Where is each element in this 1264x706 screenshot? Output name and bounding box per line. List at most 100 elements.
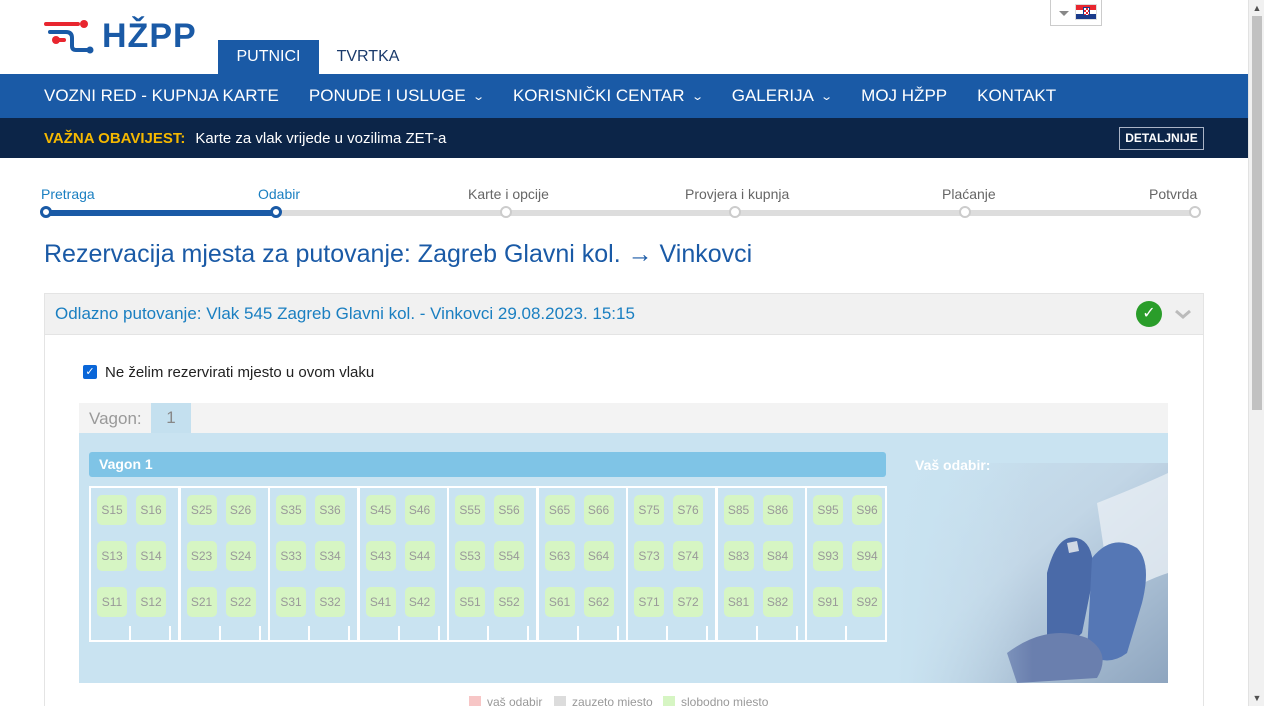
seat-s45[interactable]: S45 (365, 495, 396, 525)
seat-s62[interactable]: S62 (583, 587, 614, 617)
wagon-title: Vagon 1 (89, 452, 886, 477)
seat-s44[interactable]: S44 (404, 541, 435, 571)
details-button[interactable]: DETALJNIJE (1119, 127, 1204, 150)
compartment-divider (885, 626, 887, 640)
seat-s43[interactable]: S43 (365, 541, 396, 571)
compartment-divider (258, 626, 261, 640)
seat-map: S15 S16 S13 S14 S11 S12 S25 S26 S23 S24 S21 S22 S35 S… (89, 486, 887, 642)
seat-s72[interactable]: S72 (673, 587, 703, 617)
seat-s61[interactable]: S61 (544, 587, 575, 617)
seat-s23[interactable]: S23 (186, 541, 217, 571)
wagon-panel: Vagon 1 Vaš odabir: S15 S16 S13 S14 S11 S12 S2… (79, 433, 1168, 683)
seat-s46[interactable]: S46 (404, 495, 435, 525)
your-choice-label: Vaš odabir: (915, 457, 991, 473)
seat-s33[interactable]: S33 (276, 541, 306, 571)
seat-s12[interactable]: S12 (136, 587, 166, 617)
language-select[interactable] (1050, 0, 1102, 26)
notice-text[interactable]: Karte za vlak vrijede u vozilima ZET-a (195, 130, 446, 147)
seat-s83[interactable]: S83 (723, 541, 754, 571)
step-label: Odabir (258, 186, 301, 202)
seat-s95[interactable]: S95 (813, 495, 843, 525)
wagon-tab-1[interactable]: 1 (151, 403, 191, 434)
seat-s73[interactable]: S73 (634, 541, 664, 571)
step-dot (270, 206, 282, 218)
seat-s34[interactable]: S34 (315, 541, 345, 571)
seat-s74[interactable]: S74 (673, 541, 703, 571)
nav-moj-hzpp[interactable]: MOJ HŽPP (861, 86, 947, 106)
notice-label: VAŽNA OBAVIJEST: (44, 129, 186, 147)
seat-s41[interactable]: S41 (365, 587, 396, 617)
seat-s75[interactable]: S75 (634, 495, 664, 525)
seat-s65[interactable]: S65 (544, 495, 575, 525)
seat-s54[interactable]: S54 (494, 541, 524, 571)
seat-s63[interactable]: S63 (544, 541, 575, 571)
seat-s84[interactable]: S84 (762, 541, 793, 571)
nav-vozni-red[interactable]: VOZNI RED - KUPNJA KARTE (44, 86, 279, 106)
seat-s94[interactable]: S94 (852, 541, 882, 571)
seat-s42[interactable]: S42 (404, 587, 435, 617)
seat-s11[interactable]: S11 (97, 587, 127, 617)
compartment-divider (169, 626, 171, 640)
no-reservation-label[interactable]: Ne želim rezervirati mjesto u ovom vlaku (105, 364, 374, 381)
legend-label: slobodno mjesto (681, 695, 769, 706)
seat-s35[interactable]: S35 (276, 495, 306, 525)
nav-ponude-i-usluge[interactable]: PONUDE I USLUGE ⌄ (309, 86, 485, 106)
compartment-divider (437, 626, 440, 640)
seat-s32[interactable]: S32 (315, 587, 345, 617)
seat-s16[interactable]: S16 (136, 495, 166, 525)
page: HŽPP PUTNICI TVRTKA VOZNI RED - KUPNJA K… (0, 0, 1264, 706)
seat-s92[interactable]: S92 (852, 587, 882, 617)
seat-s71[interactable]: S71 (634, 587, 664, 617)
seat-s36[interactable]: S36 (315, 495, 345, 525)
seat-s55[interactable]: S55 (455, 495, 485, 525)
caret-down-icon (1059, 11, 1069, 16)
seat-s76[interactable]: S76 (673, 495, 703, 525)
seat-s86[interactable]: S86 (762, 495, 793, 525)
scroll-up-icon[interactable]: ▲ (1249, 0, 1264, 16)
chevron-down-icon[interactable] (1173, 304, 1193, 324)
nav-kontakt[interactable]: KONTAKT (977, 86, 1056, 106)
seat-s96[interactable]: S96 (852, 495, 882, 525)
seat-s14[interactable]: S14 (136, 541, 166, 571)
compartment: S25 S26 S23 S24 S21 S22 (178, 486, 270, 642)
legend-swatch (469, 696, 481, 706)
seat-s82[interactable]: S82 (762, 587, 793, 617)
compartment: S45 S46 S43 S44 S41 S42 (357, 486, 449, 642)
compartment-divider (576, 626, 579, 640)
nav-korisnicki-centar[interactable]: KORISNIČKI CENTAR ⌄ (513, 86, 704, 106)
seat-s22[interactable]: S22 (225, 587, 256, 617)
seat-s81[interactable]: S81 (723, 587, 754, 617)
tab-putnici[interactable]: PUTNICI (218, 40, 319, 74)
seat-s13[interactable]: S13 (97, 541, 127, 571)
seat-s15[interactable]: S15 (97, 495, 127, 525)
seat-s93[interactable]: S93 (813, 541, 843, 571)
compartment-divider (487, 626, 489, 640)
seat-s26[interactable]: S26 (225, 495, 256, 525)
no-reservation-checkbox[interactable]: ✓ (83, 365, 97, 379)
seat-s24[interactable]: S24 (225, 541, 256, 571)
seat-s85[interactable]: S85 (723, 495, 754, 525)
seat-s25[interactable]: S25 (186, 495, 217, 525)
scroll-down-icon[interactable]: ▼ (1249, 690, 1264, 706)
page-scrollbar[interactable]: ▲ ▼ (1248, 0, 1264, 706)
seat-s21[interactable]: S21 (186, 587, 217, 617)
compartment-divider (397, 626, 400, 640)
seat-s64[interactable]: S64 (583, 541, 614, 571)
seat-s53[interactable]: S53 (455, 541, 485, 571)
seat-s56[interactable]: S56 (494, 495, 524, 525)
seat-s91[interactable]: S91 (813, 587, 843, 617)
seat-s31[interactable]: S31 (276, 587, 306, 617)
compartment: S15 S16 S13 S14 S11 S12 (89, 486, 180, 642)
train-seat-photo (897, 463, 1168, 683)
step-label: Provjera i kupnja (685, 186, 790, 202)
seat-s66[interactable]: S66 (583, 495, 614, 525)
legend-occupied: zauzeto mjesto (554, 695, 653, 706)
compartment-divider (348, 626, 350, 640)
journey-header[interactable]: Odlazno putovanje: Vlak 545 Zagreb Glavn… (44, 293, 1204, 335)
seat-s51[interactable]: S51 (455, 587, 485, 617)
nav-galerija[interactable]: GALERIJA ⌄ (732, 86, 833, 106)
hzpp-logo[interactable]: HŽPP (44, 16, 197, 56)
seat-s52[interactable]: S52 (494, 587, 524, 617)
tab-tvrtka[interactable]: TVRTKA (326, 40, 410, 74)
scrollbar-thumb[interactable] (1252, 16, 1262, 410)
